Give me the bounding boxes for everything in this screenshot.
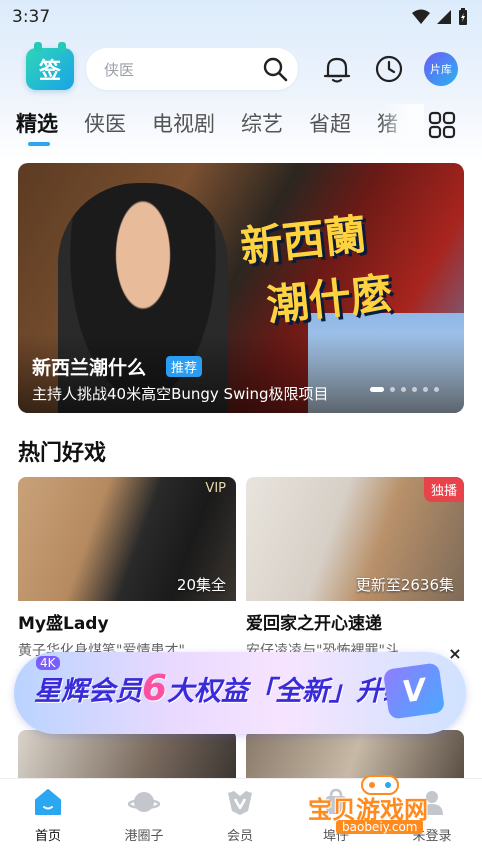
banner-pagination [370,387,439,392]
banner-recommend-tag: 推荐 [166,356,203,377]
show-name: 爱回家之开心速递 [246,614,382,634]
show-card[interactable]: 独播 更新至2636集 爱回家之开心速递 安仔凌凌与"恐怖裡罪"斗 [246,477,464,659]
pagination-dot [401,387,406,392]
section-title-hot-shows: 热门好戏 [18,441,107,466]
status-time: 3:37 [12,7,51,27]
tab-provincial-league[interactable]: 省超 [309,108,351,138]
library-button[interactable]: 片库 [424,52,458,86]
hero-banner[interactable]: 新西蘭 潮什麼 新西兰潮什么 推荐 主持人挑战40米高空Bungy Swing极… [18,163,464,413]
banner-subtitle: 主持人挑战40米高空Bungy Swing极限项目 [32,385,329,403]
show-name: My盛Lady [18,614,109,634]
watermark-url: baobeiy.com [336,820,424,834]
logo-text: 签 [38,59,61,84]
close-promo-button[interactable]: × [446,645,464,663]
pagination-dot-active [370,387,384,392]
episode-count: 20集全 [176,576,226,594]
planet-icon [127,792,161,812]
search-input[interactable]: 侠医 [86,48,298,90]
vip-v-icon: V [382,662,446,720]
show-thumbnail: VIP 20集全 [18,477,236,601]
wifi-icon [412,9,430,24]
nav-circle-label: 港圈子 [124,829,164,844]
nav-vip[interactable]: 会员 [200,787,280,844]
vip-badge: VIP [205,481,226,496]
show-card[interactable]: VIP 20集全 My盛Lady 黄子华化身煤笔"爱情患才" [18,477,236,659]
promo-headline: 星辉会员6大权益「全新」升级 [34,668,410,709]
app-logo[interactable]: 签 [26,42,74,90]
pagination-dot [423,387,428,392]
nav-home[interactable]: 首页 [8,787,88,844]
tab-tv-series[interactable]: 电视剧 [152,108,215,138]
promo-text-after: 大权益「全新」升级 [167,676,411,707]
status-icons [412,8,468,26]
promo-v-label: V [400,672,428,710]
status-bar: 3:37 [0,0,482,34]
tabs-fade [380,104,424,144]
nav-circle[interactable]: 港圈子 [104,787,184,844]
pagination-dot [412,387,417,392]
history-clock-icon[interactable] [374,54,404,84]
signal-icon [437,10,451,24]
pagination-dot [434,387,439,392]
battery-icon [459,8,467,25]
logo-ear-left [34,42,42,52]
episode-count: 更新至2636集 [355,576,454,594]
vip-promo-banner[interactable]: 4K 星辉会员6大权益「全新」升级 V [14,652,466,734]
tab-xiayi[interactable]: 侠医 [84,108,126,138]
vip-icon [228,791,252,815]
show-thumbnail: 独播 更新至2636集 [246,477,464,601]
category-tabs: 精选侠医电视剧综艺省超猪 [16,108,416,148]
tab-featured[interactable]: 精选 [16,108,58,138]
nav-home-label: 首页 [34,829,61,844]
search-icon[interactable] [262,56,288,82]
tab-variety[interactable]: 综艺 [241,108,283,138]
site-watermark: 宝贝游戏网 baobeiy.com [300,775,470,842]
banner-title: 新西兰潮什么 [32,357,147,379]
library-label: 片库 [430,63,452,76]
logo-ear-right [58,42,66,52]
promo-text-before: 星辉会员 [34,676,142,707]
show-card-next[interactable] [246,730,464,780]
exclusive-badge: 独播 [423,477,464,502]
search-placeholder: 侠医 [104,60,135,79]
bell-icon[interactable] [322,54,352,84]
pagination-dot [390,387,395,392]
promo-text-six: 6 [142,668,168,709]
nav-vip-label: 会员 [226,829,253,844]
home-icon [35,789,61,815]
banner-title-art: 新西蘭 潮什麼 [237,193,448,333]
category-grid-icon[interactable] [428,111,456,139]
show-card-next[interactable] [18,730,236,780]
active-tab-indicator [28,142,50,146]
